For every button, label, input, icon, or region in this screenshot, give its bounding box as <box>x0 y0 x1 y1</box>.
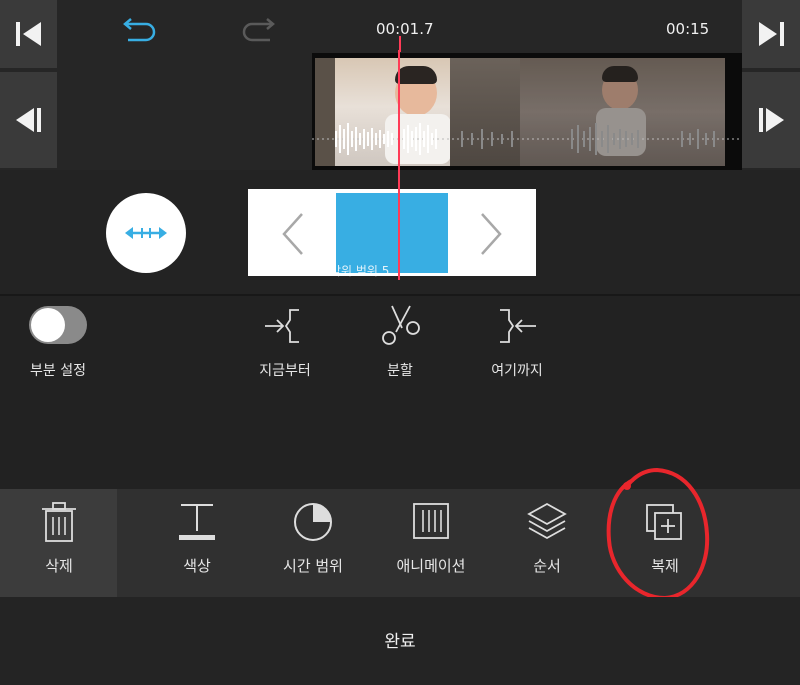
skip-start-icon <box>15 22 41 46</box>
trim-end-icon <box>500 309 536 343</box>
redo-button[interactable] <box>240 13 278 47</box>
undo-icon <box>123 18 156 42</box>
range-right-button[interactable] <box>478 212 504 260</box>
done-button[interactable]: 완료 <box>0 627 800 652</box>
swap-range-button[interactable] <box>106 193 186 273</box>
range-selection-block[interactable] <box>336 193 448 273</box>
order-label: 순서 <box>533 557 561 575</box>
audio-waveform <box>312 123 742 155</box>
trim-from-here-button[interactable] <box>263 306 305 350</box>
step-back-icon <box>15 108 41 132</box>
time-range-icon <box>294 503 332 541</box>
layers-icon <box>527 502 567 540</box>
color-label: 색상 <box>183 557 211 575</box>
text-color-icon <box>179 504 215 540</box>
from-here-label: 지금부터 <box>259 363 311 379</box>
trim-start-icon <box>265 309 299 343</box>
delete-label: 삭제 <box>45 557 73 575</box>
range-left-button[interactable] <box>280 212 306 260</box>
toggle-knob <box>31 308 65 342</box>
current-time: 00:01.7 <box>376 20 434 38</box>
red-circle-annotation <box>606 467 710 601</box>
divider <box>0 294 800 296</box>
range-caption: 각위 범위 5 <box>330 264 390 278</box>
swap-horizontal-icon <box>125 227 167 239</box>
jump-to-end-button[interactable] <box>742 0 800 68</box>
time-range-button[interactable]: 시간 범위 <box>248 489 378 597</box>
next-frame-button[interactable] <box>742 72 800 168</box>
playhead-line[interactable] <box>398 50 400 280</box>
split-label: 분할 <box>387 363 413 379</box>
animation-button[interactable]: 애니메이션 <box>366 489 496 597</box>
trash-icon <box>42 502 76 542</box>
total-time: 00:15 <box>666 20 710 38</box>
until-here-label: 여기까지 <box>491 363 543 379</box>
chevron-left-icon <box>282 213 303 255</box>
video-clip-track[interactable] <box>312 53 742 170</box>
jump-to-start-button[interactable] <box>0 0 57 68</box>
order-button[interactable]: 순서 <box>482 489 612 597</box>
previous-frame-button[interactable] <box>0 72 57 168</box>
time-range-label: 시간 범위 <box>283 557 343 575</box>
animation-icon <box>413 503 449 539</box>
split-button[interactable] <box>376 302 424 352</box>
delete-button[interactable]: 삭제 <box>0 489 124 597</box>
trim-until-here-button[interactable] <box>496 306 538 350</box>
animation-label: 애니메이션 <box>396 557 466 575</box>
partial-setting-label: 부분 설정 <box>30 363 86 379</box>
undo-button[interactable] <box>122 13 160 47</box>
color-button[interactable]: 색상 <box>132 489 262 597</box>
skip-end-icon <box>759 22 784 46</box>
chevron-right-icon <box>481 213 502 255</box>
redo-icon <box>242 18 275 42</box>
scissors-icon <box>382 305 420 345</box>
step-forward-icon <box>759 108 784 132</box>
